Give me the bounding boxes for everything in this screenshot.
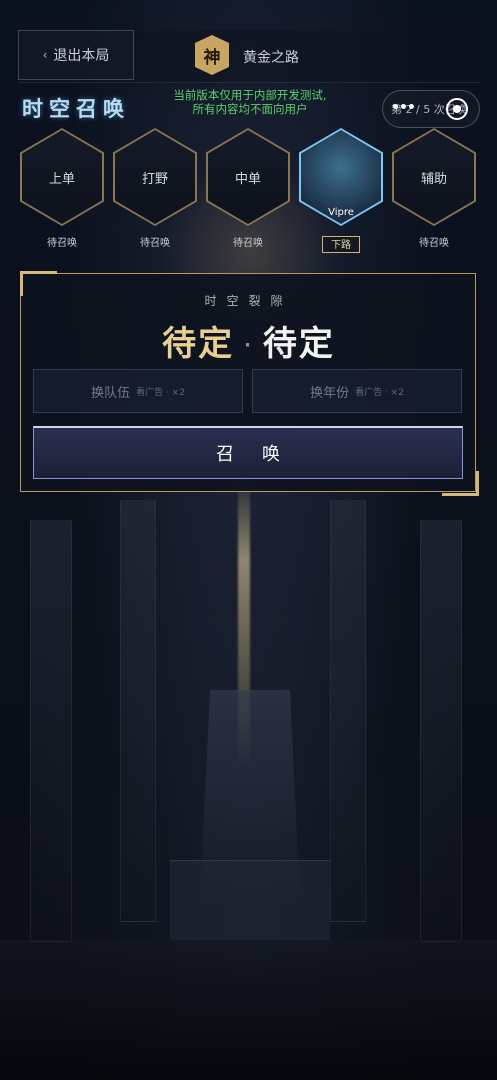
slot-label: 中单 xyxy=(208,130,288,224)
result-separator: · xyxy=(244,335,253,356)
dev-notice: 当前版本仅用于内部开发测试, 所有内容均不面向用户 xyxy=(160,88,340,116)
slot-label: 上单 xyxy=(22,130,102,224)
dev-notice-line1: 当前版本仅用于内部开发测试, xyxy=(173,88,327,102)
slot-label: 辅助 xyxy=(394,130,474,224)
slot-top[interactable]: 上单 xyxy=(20,128,104,226)
more-icon[interactable] xyxy=(393,104,414,109)
slot-status: 待召唤 xyxy=(140,238,170,249)
slot-status: 待召唤 xyxy=(47,238,77,249)
background-pillar xyxy=(120,500,156,922)
summon-button[interactable]: 召唤 xyxy=(33,426,463,479)
exit-game-button[interactable]: ‹ 退出本局 xyxy=(18,30,134,80)
swap-team-label: 换队伍 xyxy=(91,385,131,401)
dev-notice-line2: 所有内容均不面向用户 xyxy=(192,102,308,116)
background-pillar xyxy=(420,520,462,942)
slot-label: 打野 xyxy=(115,130,195,224)
champion-name: Vipre xyxy=(328,207,354,218)
swap-year-label: 换年份 xyxy=(310,385,350,401)
swap-team-sub: 看广告 · ×2 xyxy=(136,387,185,398)
slot-mid[interactable]: 中单 xyxy=(206,128,290,226)
summon-result: 待定 · 待定 xyxy=(0,316,497,365)
swap-year-sub: 看广告 · ×2 xyxy=(355,387,404,398)
background-pillar xyxy=(30,520,72,942)
result-team: 待定 xyxy=(162,324,235,364)
slot-status: 待召唤 xyxy=(419,238,449,249)
rift-label: 时空裂隙 xyxy=(204,294,293,308)
result-year: 待定 xyxy=(262,324,335,364)
lane-tag: 下路 xyxy=(322,236,360,253)
background-pillar xyxy=(330,500,366,922)
slot-status: 待召唤 xyxy=(233,238,263,249)
page-title: 时空召唤 xyxy=(22,97,130,121)
slot-bottom-selected[interactable]: Vipre xyxy=(299,128,383,226)
exit-game-label: 退出本局 xyxy=(53,48,110,64)
swap-year-button[interactable]: 换年份 看广告 · ×2 xyxy=(252,369,462,413)
floor xyxy=(0,940,497,1080)
target-icon[interactable] xyxy=(446,98,468,120)
throne-seat xyxy=(170,860,330,941)
rank-badge: 神 xyxy=(195,35,229,75)
chevron-left-icon: ‹ xyxy=(42,48,48,62)
slot-jungle[interactable]: 打野 xyxy=(113,128,197,226)
rank-name: 黄金之路 xyxy=(243,50,299,66)
swap-team-button[interactable]: 换队伍 看广告 · ×2 xyxy=(33,369,243,413)
slot-support[interactable]: 辅助 xyxy=(392,128,476,226)
rank-badge-text: 神 xyxy=(203,47,221,68)
